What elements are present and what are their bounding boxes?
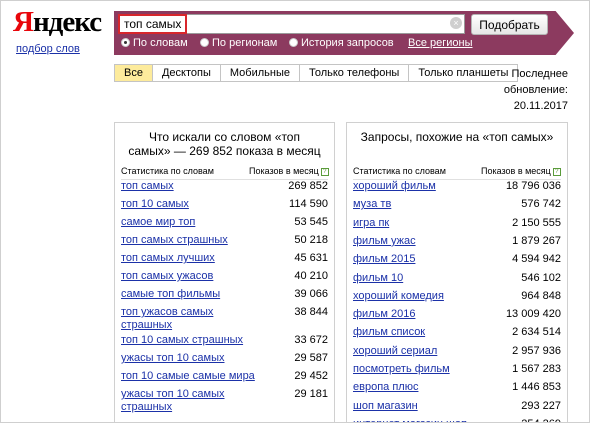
left-panel: Что искали со словом «топ самых» — 269 8… <box>114 122 335 422</box>
page-frame: Яндекс подбор слов топ самых × Подобрать… <box>0 0 590 423</box>
left-keyword-link[interactable]: самое мир топ <box>121 216 195 229</box>
left-impressions-count: 33 672 <box>294 334 328 346</box>
right-impressions-count: 546 102 <box>521 271 561 284</box>
submit-button[interactable]: Подобрать <box>471 14 548 35</box>
right-impressions-count: 2 634 514 <box>512 326 561 339</box>
right-impressions-count: 1 446 853 <box>512 381 561 394</box>
left-keyword-link[interactable]: топ самых <box>121 180 174 193</box>
right-impressions-count: 254 269 <box>521 418 561 422</box>
left-keyword-link[interactable]: топ 10 самых <box>121 198 189 211</box>
left-impressions-count: 269 852 <box>288 180 328 192</box>
left-keyword-link[interactable]: топ самых ужасов <box>121 270 213 283</box>
right-keyword-link[interactable]: фильм ужас <box>353 235 416 248</box>
left-keyword-link[interactable]: ужасы топ 10 самых <box>121 352 225 365</box>
left-keyword-link[interactable]: самые топ фильмы <box>121 288 220 301</box>
right-impressions-count: 2 150 555 <box>512 216 561 229</box>
help-icon[interactable]: ? <box>320 168 329 176</box>
right-impressions-count: 4 594 942 <box>512 253 561 266</box>
right-keyword-link[interactable]: европа плюс <box>353 381 418 394</box>
left-col-count: Показов в месяц? <box>249 165 329 177</box>
tab-all[interactable]: Все <box>114 64 153 82</box>
left-impressions-count: 39 066 <box>294 288 328 300</box>
radio-selected-icon <box>121 38 130 47</box>
right-col-words: Статистика по словам <box>353 166 446 176</box>
right-keyword-link[interactable]: посмотреть фильм <box>353 363 450 376</box>
left-impressions-count: 40 210 <box>294 270 328 282</box>
clear-icon[interactable]: × <box>450 17 462 29</box>
right-keyword-link[interactable]: шоп магазин <box>353 400 418 413</box>
radio-icon <box>289 38 298 47</box>
yandex-logo[interactable]: Яндекс <box>13 5 102 39</box>
left-impressions-count: 29 452 <box>294 370 328 382</box>
left-keyword-link[interactable]: топ самых лучших <box>121 252 215 265</box>
device-tabs: Все Десктопы Мобильные Только телефоны Т… <box>114 64 519 82</box>
tab-desktop[interactable]: Десктопы <box>151 64 221 82</box>
right-impressions-count: 1 879 267 <box>512 234 561 247</box>
tab-phones[interactable]: Только телефоны <box>298 64 410 82</box>
left-impressions-count: 29 587 <box>294 352 328 364</box>
right-keyword-link[interactable]: игра пк <box>353 217 389 230</box>
left-keyword-link[interactable]: топ самых страшных <box>121 234 228 247</box>
left-impressions-count: 38 844 <box>294 306 328 318</box>
left-keyword-link[interactable]: топ 10 самые самые мира <box>121 370 255 383</box>
right-col-count: Показов в месяц? <box>481 165 561 177</box>
radio-history[interactable]: История запросов <box>289 36 394 50</box>
left-keyword-link[interactable]: ужасы топ 10 самых страшных <box>121 388 225 414</box>
right-impressions-count: 18 796 036 <box>505 180 561 192</box>
right-keyword-link[interactable]: хороший комедия <box>353 290 444 303</box>
right-impressions-count: 13 009 420 <box>505 308 561 321</box>
left-impressions-count: 29 181 <box>294 388 328 400</box>
radio-icon <box>200 38 209 47</box>
left-impressions-count: 114 590 <box>289 198 328 210</box>
left-impressions-count: 53 545 <box>294 216 328 228</box>
right-panel-title: Запросы, похожие на «топ самых» <box>360 130 554 144</box>
right-impressions-count: 964 848 <box>521 289 561 302</box>
search-input-value[interactable]: топ самых <box>118 14 188 34</box>
help-icon[interactable]: ? <box>552 168 561 176</box>
left-keyword-link[interactable]: топ ужасов самых страшных <box>121 306 213 332</box>
left-impressions-count: 45 631 <box>294 252 328 264</box>
right-keyword-link[interactable]: интернет магазин шоп <box>353 418 467 422</box>
radio-by-regions[interactable]: По регионам <box>200 36 277 50</box>
tab-mobile[interactable]: Мобильные <box>219 64 300 82</box>
right-impressions-count: 1 567 283 <box>512 363 561 375</box>
right-impressions-count: 2 957 936 <box>512 344 561 357</box>
left-col-words: Статистика по словам <box>121 166 214 176</box>
right-keyword-link[interactable]: фильм список <box>353 326 425 339</box>
wordstat-link[interactable]: подбор слов <box>16 43 80 55</box>
radio-by-words[interactable]: По словам <box>121 36 188 50</box>
right-keyword-link[interactable]: муза тв <box>353 198 391 211</box>
right-panel: Запросы, похожие на «топ самых» Статисти… <box>346 122 568 422</box>
left-panel-title: Что искали со словом «топ самых» — 269 8… <box>128 130 321 158</box>
right-keyword-link[interactable]: фильм 2015 <box>353 253 415 266</box>
left-impressions-count: 50 218 <box>294 234 328 246</box>
right-impressions-count: 576 742 <box>521 198 561 211</box>
right-keyword-link[interactable]: фильм 2016 <box>353 308 415 321</box>
right-keyword-link[interactable]: хороший фильм <box>353 180 436 193</box>
right-keyword-link[interactable]: хороший сериал <box>353 345 437 358</box>
left-keyword-link[interactable]: топ 10 самых страшных <box>121 334 243 347</box>
last-update: Последнее обновление: 20.11.2017 <box>503 68 568 112</box>
all-regions-link[interactable]: Все регионы <box>408 36 473 50</box>
right-keyword-link[interactable]: фильм 10 <box>353 272 403 285</box>
right-impressions-count: 293 227 <box>521 399 561 412</box>
